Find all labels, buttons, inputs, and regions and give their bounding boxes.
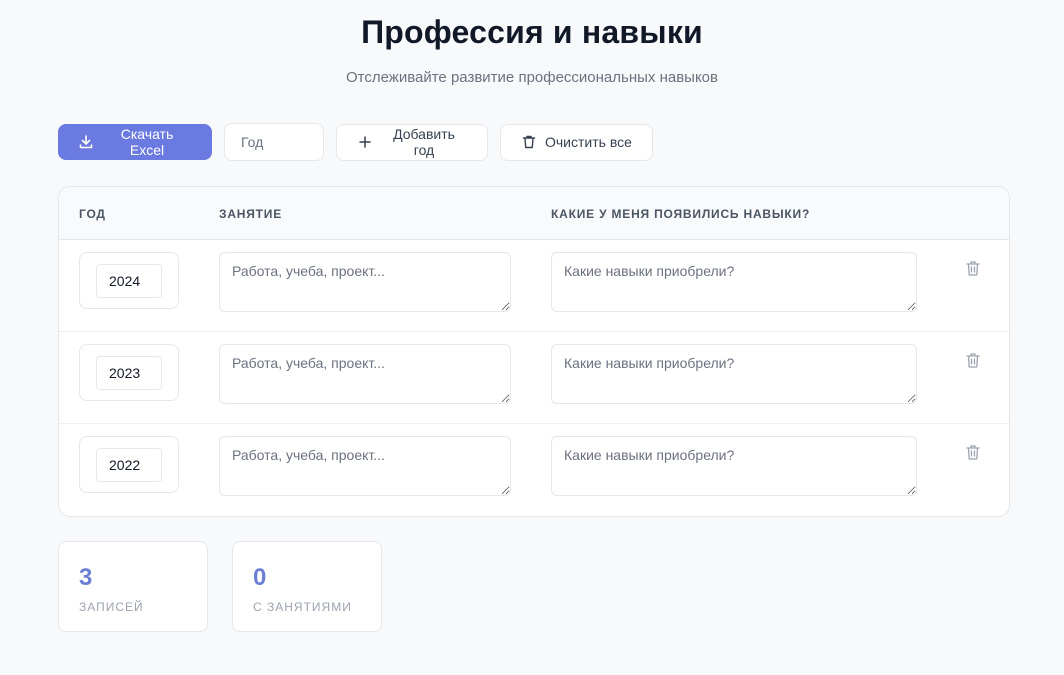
occupation-field[interactable]	[219, 252, 511, 312]
table-row: 2022	[59, 424, 1009, 516]
download-icon	[79, 135, 93, 149]
trash-icon	[522, 135, 536, 149]
skills-field[interactable]	[551, 252, 917, 312]
delete-row-icon[interactable]	[965, 352, 981, 369]
table-header: ГОД ЗАНЯТИЕ КАКИЕ У МЕНЯ ПОЯВИЛИСЬ НАВЫК…	[59, 187, 1009, 240]
year-field[interactable]: 2022	[96, 448, 162, 482]
delete-row-icon[interactable]	[965, 444, 981, 461]
toolbar: Скачать Excel Добавить год Очистить все	[58, 123, 653, 161]
year-field[interactable]: 2023	[96, 356, 162, 390]
table-row: 2023	[59, 332, 1009, 424]
year-field[interactable]: 2024	[96, 264, 162, 298]
column-header-occupation: ЗАНЯТИЕ	[219, 207, 283, 221]
stat-records-value: 3	[79, 564, 93, 591]
plus-icon	[359, 136, 371, 148]
add-year-button[interactable]: Добавить год	[336, 123, 488, 161]
stat-records-label: ЗАПИСЕЙ	[79, 600, 144, 614]
column-header-skills: КАКИЕ У МЕНЯ ПОЯВИЛИСЬ НАВЫКИ?	[551, 207, 811, 221]
stat-with-occupations-label: С ЗАНЯТИЯМИ	[253, 600, 352, 614]
stat-card-records: 3 ЗАПИСЕЙ	[58, 541, 208, 632]
download-excel-label: Скачать Excel	[120, 126, 174, 158]
skills-field[interactable]	[551, 344, 917, 404]
delete-row-icon[interactable]	[965, 260, 981, 277]
download-excel-button[interactable]: Скачать Excel	[58, 124, 212, 160]
year-cell: 2022	[79, 436, 179, 493]
year-input[interactable]	[224, 123, 324, 161]
table-row: 2024	[59, 240, 1009, 332]
page-title: Профессия и навыки	[361, 14, 703, 50]
occupation-field[interactable]	[219, 344, 511, 404]
page-subtitle: Отслеживайте развитие профессиональных н…	[346, 69, 718, 86]
page: Профессия и навыки Отслеживайте развитие…	[0, 0, 1064, 675]
stat-with-occupations-value: 0	[253, 564, 267, 591]
clear-all-button[interactable]: Очистить все	[500, 123, 653, 161]
skills-field[interactable]	[551, 436, 917, 496]
occupation-field[interactable]	[219, 436, 511, 496]
stat-card-with-occupations: 0 С ЗАНЯТИЯМИ	[232, 541, 382, 632]
year-cell: 2023	[79, 344, 179, 401]
column-header-year: ГОД	[79, 207, 106, 221]
clear-all-label: Очистить все	[545, 134, 632, 150]
add-year-label: Добавить год	[393, 126, 455, 158]
skills-table: ГОД ЗАНЯТИЕ КАКИЕ У МЕНЯ ПОЯВИЛИСЬ НАВЫК…	[58, 186, 1010, 517]
year-cell: 2024	[79, 252, 179, 309]
